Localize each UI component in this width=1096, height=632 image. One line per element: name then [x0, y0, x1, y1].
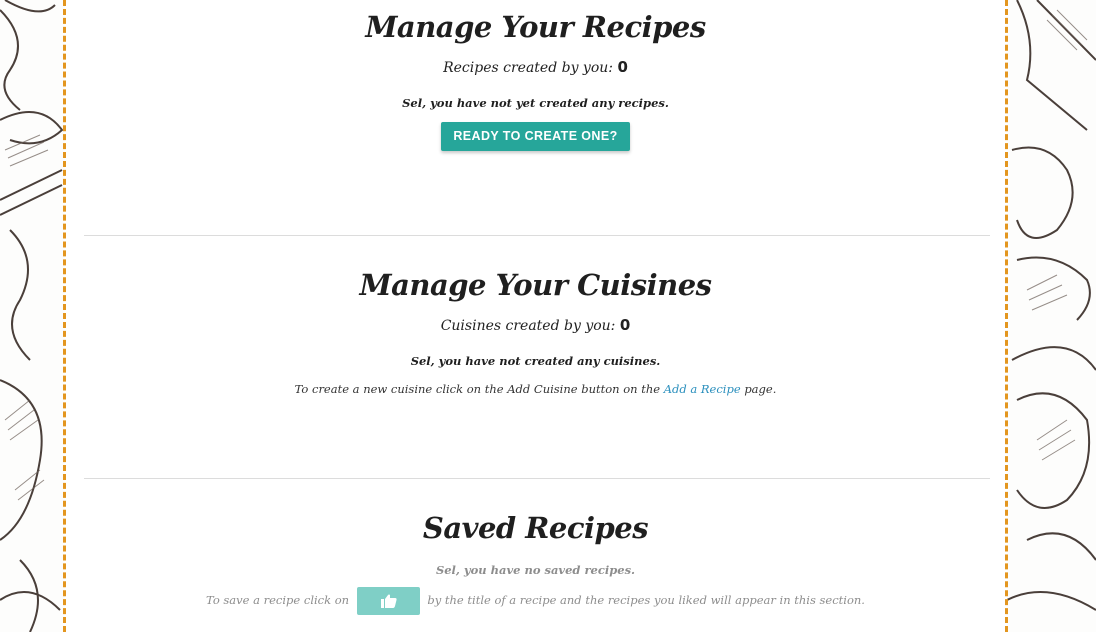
like-button-example[interactable]: [356, 587, 420, 615]
saved-empty-note: Sel, you have no saved recipes.: [435, 563, 636, 577]
saved-recipes-heading: Saved Recipes: [422, 511, 649, 545]
manage-cuisines-heading: Manage Your Cuisines: [359, 268, 712, 302]
manage-recipes-heading: Manage Your Recipes: [365, 10, 706, 44]
thumbs-up-icon: [380, 594, 397, 608]
cuisines-count-line: Cuisines created by you: 0: [66, 316, 1005, 334]
section-divider: [84, 235, 990, 236]
cuisines-empty-note: Sel, you have not created any cuisines.: [410, 354, 661, 368]
right-dashed-border: [1005, 0, 1008, 632]
cuisines-count-label: Cuisines created by you:: [440, 318, 616, 334]
recipes-count-label: Recipes created by you:: [443, 60, 614, 76]
saved-help-suffix: by the title of a recipe and the recipes…: [427, 593, 865, 607]
recipes-count-value: 0: [617, 58, 628, 76]
cuisines-help-text: To create a new cuisine click on the Add…: [66, 382, 1005, 396]
manage-cuisines-section: Manage Your Cuisines Cuisines created by…: [66, 268, 1005, 396]
create-recipe-button[interactable]: READY TO CREATE ONE?: [441, 122, 630, 151]
manage-recipes-section: Manage Your Recipes Recipes created by y…: [66, 10, 1005, 151]
cuisines-count-value: 0: [619, 316, 631, 334]
left-decorative-sketch: [0, 0, 65, 632]
recipes-count-line: Recipes created by you: 0: [66, 58, 1005, 76]
cuisines-help-suffix: page.: [744, 382, 777, 396]
add-a-recipe-link[interactable]: Add a Recipe: [664, 382, 741, 396]
right-decorative-sketch: [1007, 0, 1096, 632]
section-divider: [84, 478, 990, 479]
recipes-empty-note: Sel, you have not yet created any recipe…: [402, 96, 669, 110]
saved-recipes-section: Saved Recipes Sel, you have no saved rec…: [66, 511, 1005, 615]
cuisines-help-prefix: To create a new cuisine click on the Add…: [294, 382, 661, 396]
saved-help-text: To save a recipe click on by the title o…: [66, 587, 1005, 615]
saved-help-prefix: To save a recipe click on: [206, 593, 350, 607]
main-content: Manage Your Recipes Recipes created by y…: [66, 0, 1005, 632]
